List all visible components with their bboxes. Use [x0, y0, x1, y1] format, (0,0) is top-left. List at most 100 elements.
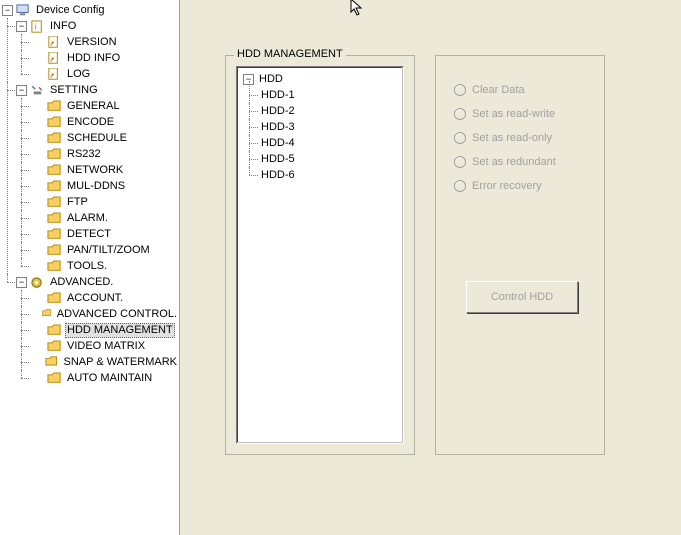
hdd-leaf[interactable]: HDD-6	[259, 167, 399, 183]
groupbox-hdd-management: HDD MANAGEMENT − HDD HDD-1 HDD-2	[225, 55, 415, 455]
tree-leaf[interactable]: HDD INFO	[30, 50, 179, 66]
tree-children-advanced: ACCOUNT. ADVANCED CONTROL. HDD MANAGEMEN…	[16, 290, 179, 386]
hdd-leaf[interactable]: HDD-1	[259, 87, 399, 103]
radio-label: Error recovery	[472, 180, 542, 192]
radio-icon	[454, 84, 466, 96]
collapse-icon[interactable]: −	[16, 21, 27, 32]
tree-leaf[interactable]: SNAP & WATERMARK	[30, 354, 179, 370]
folder-icon	[47, 324, 62, 336]
action-radio[interactable]: Clear Data	[454, 84, 604, 96]
tree-label: DETECT	[65, 228, 113, 240]
tree-label: ADVANCED.	[48, 276, 115, 288]
app-root: − Device Config − i	[0, 0, 681, 535]
collapse-icon[interactable]: −	[16, 85, 27, 96]
folder-icon	[47, 212, 62, 224]
folder-icon	[47, 100, 62, 112]
tree-leaf[interactable]: ACCOUNT.	[30, 290, 179, 306]
tree-leaf[interactable]: MUL-DDNS	[30, 178, 179, 194]
action-radio[interactable]: Set as read-only	[454, 132, 604, 144]
hdd-leaf[interactable]: HDD-4	[259, 135, 399, 151]
tree-leaf[interactable]: VERSION	[30, 34, 179, 50]
cursor-icon	[350, 0, 366, 23]
folder-icon	[47, 244, 62, 256]
tree-leaf[interactable]: GENERAL	[30, 98, 179, 114]
hdd-root-node[interactable]: − HDD	[243, 71, 399, 87]
hdd-label: HDD-3	[259, 121, 297, 133]
collapse-icon[interactable]: −	[2, 5, 13, 16]
action-radio[interactable]: Error recovery	[454, 180, 604, 192]
action-radios: Clear Data Set as read-write Set as read…	[436, 84, 604, 192]
info-icon: i	[30, 20, 45, 32]
page-icon	[47, 36, 62, 48]
hdd-tree[interactable]: − HDD HDD-1 HDD-2 HDD-3 HDD-4 HDD-5	[241, 71, 399, 183]
tree-label: HDD MANAGEMENT	[65, 323, 175, 338]
action-radio[interactable]: Set as redundant	[454, 156, 604, 168]
tree-leaf[interactable]: NETWORK	[30, 162, 179, 178]
radio-label: Clear Data	[472, 84, 525, 96]
folder-icon	[47, 116, 62, 128]
folder-icon	[47, 260, 62, 272]
tree-label: VERSION	[65, 36, 119, 48]
tree-label: HDD INFO	[65, 52, 122, 64]
nav-tree[interactable]: − Device Config − i	[0, 2, 179, 386]
tree-leaf[interactable]: VIDEO MATRIX	[30, 338, 179, 354]
action-radio[interactable]: Set as read-write	[454, 108, 604, 120]
page-icon	[47, 52, 62, 64]
tree-node-setting[interactable]: − SETTING	[16, 82, 179, 98]
tree-label: MUL-DDNS	[65, 180, 127, 192]
nav-tree-pane: − Device Config − i	[0, 0, 180, 535]
radio-label: Set as redundant	[472, 156, 556, 168]
hdd-leaf[interactable]: HDD-2	[259, 103, 399, 119]
tree-label: Device Config	[34, 4, 106, 16]
folder-icon	[45, 356, 58, 368]
control-hdd-button[interactable]: Control HDD	[466, 281, 578, 313]
hdd-leaf[interactable]: HDD-3	[259, 119, 399, 135]
folder-icon	[47, 372, 62, 384]
spacer	[30, 149, 44, 160]
tree-leaf[interactable]: PAN/TILT/ZOOM	[30, 242, 179, 258]
radio-icon	[454, 108, 466, 120]
groupbox-actions: Clear Data Set as read-write Set as read…	[435, 55, 605, 455]
tree-label: SCHEDULE	[65, 132, 129, 144]
tree-label: ENCODE	[65, 116, 116, 128]
tree-label: TOOLS.	[65, 260, 109, 272]
tree-root-device-config[interactable]: − Device Config	[2, 2, 179, 18]
spacer	[30, 181, 44, 192]
tree-leaf[interactable]: ADVANCED CONTROL.	[30, 306, 179, 322]
hdd-label: HDD-2	[259, 105, 297, 117]
tree-label: SETTING	[48, 84, 100, 96]
tree-leaf[interactable]: ENCODE	[30, 114, 179, 130]
collapse-icon[interactable]: −	[16, 277, 27, 288]
tree-label: VIDEO MATRIX	[65, 340, 147, 352]
spacer	[30, 197, 44, 208]
tree-node-advanced[interactable]: − ADVANCED.	[16, 274, 179, 290]
tree-leaf[interactable]: DETECT	[30, 226, 179, 242]
spacer	[30, 245, 44, 256]
radio-icon	[454, 132, 466, 144]
radio-label: Set as read-write	[472, 108, 555, 120]
tree-leaf[interactable]: HDD MANAGEMENT	[30, 322, 179, 338]
tree-leaf[interactable]: AUTO MAINTAIN	[30, 370, 179, 386]
tree-leaf[interactable]: FTP	[30, 194, 179, 210]
hdd-label: HDD-4	[259, 137, 297, 149]
content-pane: HDD MANAGEMENT − HDD HDD-1 HDD-2	[180, 0, 681, 535]
tree-leaf[interactable]: ALARM.	[30, 210, 179, 226]
folder-icon	[47, 228, 62, 240]
hdd-label: HDD-1	[259, 89, 297, 101]
tree-children-setting: GENERAL ENCODE SCHEDULE RS232	[16, 98, 179, 274]
hdd-leaf[interactable]: HDD-5	[259, 151, 399, 167]
folder-icon	[47, 132, 62, 144]
spacer	[30, 229, 44, 240]
tree-node-info[interactable]: − i INFO	[16, 18, 179, 34]
tree-leaf[interactable]: RS232	[30, 146, 179, 162]
spacer	[30, 293, 44, 304]
tree-leaf[interactable]: TOOLS.	[30, 258, 179, 274]
spacer	[30, 133, 44, 144]
folder-icon	[47, 180, 62, 192]
tree-label: FTP	[65, 196, 90, 208]
tree-leaf[interactable]: SCHEDULE	[30, 130, 179, 146]
spacer	[30, 117, 44, 128]
tree-leaf[interactable]: LOG	[30, 66, 179, 82]
radio-icon	[454, 180, 466, 192]
spacer	[30, 213, 44, 224]
